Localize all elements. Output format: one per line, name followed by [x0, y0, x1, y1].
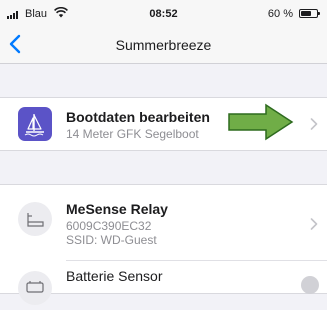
green-arrow-icon [228, 103, 294, 141]
sailboat-icon [18, 107, 52, 141]
relay-device-icon [18, 202, 52, 236]
row-subtitle: 6009C390EC32 [66, 219, 152, 233]
battery-icon [299, 9, 320, 18]
devices-section: MeSense Relay 6009C390EC32 SSID: WD-Gues… [0, 184, 327, 305]
battery-level-fill [301, 11, 312, 16]
row-ssid: SSID: WD-Guest [66, 233, 157, 247]
page-title: Summerbreeze [115, 37, 212, 53]
navigation-bar: Summerbreeze [0, 26, 327, 64]
row-subtitle: 14 Meter GFK Segelboot [66, 127, 199, 141]
mesense-relay-row[interactable]: MeSense Relay 6009C390EC32 SSID: WD-Gues… [0, 185, 327, 249]
battery-sensor-row[interactable]: Batterie Sensor [0, 261, 327, 305]
chevron-right-icon [310, 118, 318, 130]
disclosure-icon[interactable] [301, 276, 319, 294]
battery-sensor-icon [18, 271, 52, 305]
row-title: MeSense Relay [66, 201, 168, 217]
status-bar: Blau 08:52 60 % [0, 0, 327, 26]
row-title: Bootdaten bearbeiten [66, 109, 210, 125]
row-title: Batterie Sensor [66, 268, 163, 284]
chevron-right-icon [310, 218, 318, 230]
battery-percent: 60 % [267, 8, 293, 20]
